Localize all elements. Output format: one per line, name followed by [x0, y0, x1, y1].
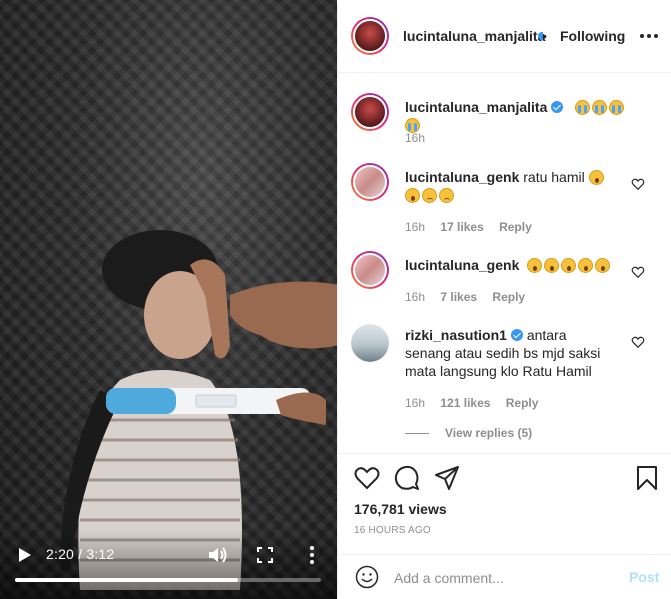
more-options-icon[interactable] — [639, 29, 659, 43]
post-button[interactable]: Post — [629, 569, 659, 585]
following-button[interactable]: Following — [560, 28, 625, 44]
avatar[interactable] — [351, 17, 389, 55]
comment-time: 16h — [405, 396, 426, 410]
verified-badge-icon — [551, 101, 564, 113]
avatar[interactable] — [351, 163, 389, 201]
comment-meta: 16h 121 likes Reply — [405, 396, 550, 410]
comment-username[interactable]: lucintaluna_genk — [405, 169, 519, 185]
sad-emoji-icon — [439, 188, 454, 203]
comment-body: lucintaluna_genk — [405, 256, 633, 274]
surprised-emoji-icon — [578, 258, 594, 273]
comment-likes[interactable]: 7 likes — [440, 290, 477, 304]
surprised-emoji-icon — [405, 188, 420, 203]
surprised-emoji-icon — [544, 258, 560, 273]
crying-emoji-icon — [575, 100, 591, 115]
play-icon[interactable] — [14, 545, 34, 565]
comment-username[interactable]: lucintaluna_genk — [405, 257, 519, 273]
crying-emoji-icon — [592, 100, 608, 115]
verified-badge-icon — [510, 329, 523, 341]
caption-meta: 16h — [405, 131, 437, 145]
comment-time: 16h — [405, 220, 426, 234]
duration: 3:12 — [86, 546, 115, 562]
header-username[interactable]: lucintaluna_manjalita — [403, 28, 545, 44]
crying-emoji-icon — [609, 100, 625, 115]
comment-username[interactable]: rizki_nasution1 — [405, 327, 507, 343]
comment-body: rizki_nasution1 antara senang atau sedih… — [405, 326, 615, 380]
volume-icon[interactable] — [206, 544, 228, 566]
comment-meta: 16h 17 likes Reply — [405, 220, 544, 234]
video-controls-overlay — [0, 529, 337, 599]
reply-button[interactable]: Reply — [492, 290, 525, 304]
more-options-icon[interactable] — [305, 544, 319, 566]
comment-text: ratu hamil — [523, 169, 585, 185]
add-comment-input[interactable] — [394, 567, 614, 589]
surprised-emoji-icon — [588, 170, 604, 185]
separator-dot: • — [542, 28, 547, 44]
post-timestamp: 16 HOURS AGO — [354, 525, 431, 536]
replies-divider — [405, 433, 429, 435]
comment-time: 16h — [405, 290, 426, 304]
bookmark-icon[interactable] — [634, 465, 660, 491]
like-heart-icon[interactable] — [631, 177, 645, 191]
view-replies-label: View replies (5) — [445, 426, 533, 440]
comment-icon[interactable] — [394, 465, 420, 491]
reply-button[interactable]: Reply — [499, 220, 532, 234]
fullscreen-icon[interactable] — [255, 545, 275, 565]
comment-body: lucintaluna_genk ratu hamil — [405, 168, 633, 204]
video-hand — [190, 259, 337, 359]
reply-button[interactable]: Reply — [506, 396, 539, 410]
view-replies-button[interactable]: View replies (5) — [405, 426, 532, 440]
emoji-group — [527, 257, 612, 273]
pregnancy-test — [106, 388, 326, 425]
like-heart-icon[interactable] — [631, 335, 645, 349]
emoji-smile-icon[interactable] — [355, 565, 379, 589]
avatar[interactable] — [351, 93, 389, 131]
video-time: 2:20 / 3:12 — [46, 546, 114, 562]
like-heart-icon[interactable] — [354, 465, 380, 491]
current-time: 2:20 — [46, 546, 75, 562]
comment-likes[interactable]: 17 likes — [440, 220, 483, 234]
avatar[interactable] — [351, 324, 389, 362]
comment-likes[interactable]: 121 likes — [440, 396, 490, 410]
sad-emoji-icon — [422, 188, 437, 203]
post-actions: 176,781 views 16 HOURS AGO Post — [338, 453, 671, 599]
surprised-emoji-icon — [595, 258, 611, 273]
comment-meta: 16h 7 likes Reply — [405, 290, 537, 304]
caption-body: lucintaluna_manjalita — [405, 98, 633, 134]
post-header: lucintaluna_manjalita • Following — [338, 2, 671, 73]
post-panel: lucintaluna_manjalita • Following lucint… — [337, 2, 671, 599]
video-progress-fill — [15, 578, 239, 582]
caption-username[interactable]: lucintaluna_manjalita — [405, 99, 547, 115]
surprised-emoji-icon — [527, 258, 543, 273]
caption-time: 16h — [405, 131, 426, 145]
video-player[interactable]: 2:20 / 3:12 — [0, 0, 337, 599]
share-icon[interactable] — [434, 465, 460, 491]
video-progress-bar[interactable] — [15, 578, 321, 582]
view-count: 176,781 views — [354, 501, 447, 517]
like-heart-icon[interactable] — [631, 265, 645, 279]
surprised-emoji-icon — [561, 258, 577, 273]
avatar[interactable] — [351, 251, 389, 289]
